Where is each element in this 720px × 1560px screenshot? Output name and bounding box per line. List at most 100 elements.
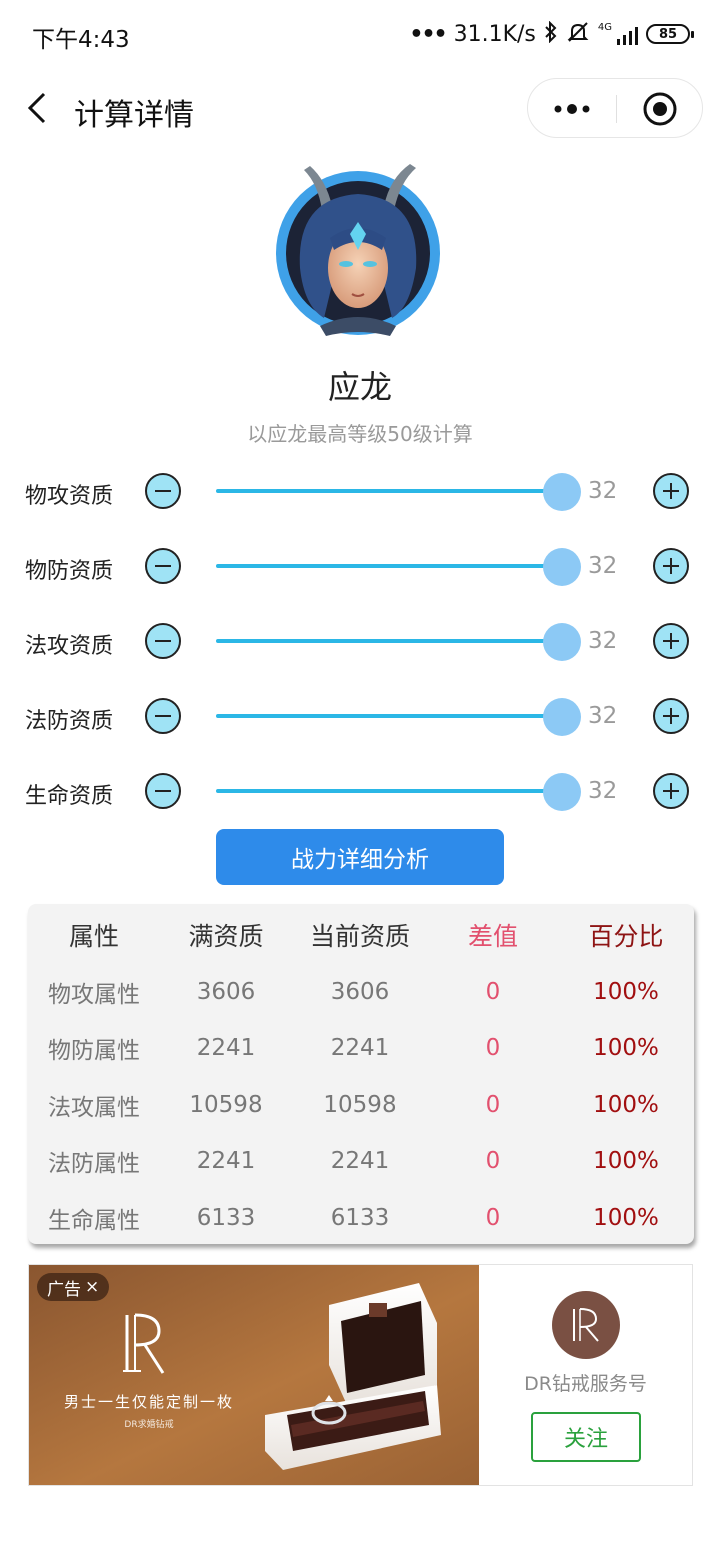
brand-name: DR钻戒服务号: [524, 1373, 647, 1395]
table-header: 属性 满资质 当前资质 差值 百分比: [28, 907, 694, 963]
network-type: 4G: [597, 22, 612, 33]
table-cell: 100%: [593, 1092, 659, 1118]
table-cell: 100%: [593, 1035, 659, 1061]
nav-bar: 计算详情: [0, 72, 720, 144]
increase-button[interactable]: [653, 623, 689, 659]
table-cell: 物攻属性: [48, 982, 140, 1008]
close-icon[interactable]: ×: [85, 1277, 99, 1297]
slider-thumb[interactable]: [543, 473, 581, 511]
table-cell: 0: [485, 1205, 501, 1231]
decrease-button[interactable]: [145, 548, 181, 584]
table-row: 法攻属性 10598 10598 0 100%: [28, 1077, 694, 1133]
table-cell: 2241: [330, 1148, 390, 1174]
table-row: 生命属性 6133 6133 0 100%: [28, 1190, 694, 1246]
table-cell: 2241: [196, 1148, 256, 1174]
stat-label: 法防资质: [25, 709, 114, 734]
hero-avatar: [270, 158, 450, 343]
stat-row-phys-def: 物防资质 32: [0, 541, 720, 591]
increase-button[interactable]: [653, 698, 689, 734]
table-cell: 2241: [330, 1035, 390, 1061]
follow-button[interactable]: 关注: [531, 1412, 641, 1462]
bluetooth-icon: [544, 20, 558, 48]
header-cell: 当前资质: [309, 922, 410, 951]
ad-sidebar: DR钻戒服务号 关注: [479, 1265, 692, 1485]
signal-icon: 4G: [598, 23, 638, 45]
stat-label: 物攻资质: [25, 484, 114, 509]
mini-program-capsule: [527, 78, 703, 138]
decrease-button[interactable]: [145, 623, 181, 659]
ad-tag-label: 广告: [47, 1279, 81, 1300]
slider-track[interactable]: [216, 639, 562, 643]
hero-name: 应龙: [327, 368, 392, 406]
table-cell: 0: [485, 1035, 501, 1061]
table-cell: 法防属性: [48, 1151, 140, 1177]
ad-banner: 广告 × 男士一生仅能定制一枚 DR求婚钻戒 DR钻戒服务号 关注: [28, 1264, 693, 1486]
stat-row-mag-def: 法防资质 32: [0, 691, 720, 741]
battery-icon: 85: [646, 24, 694, 44]
stat-value: 32: [588, 478, 618, 504]
slider-track[interactable]: [216, 489, 562, 493]
page-title: 计算详情: [74, 98, 194, 133]
table-cell: 3606: [196, 979, 256, 1005]
ad-image[interactable]: 广告 × 男士一生仅能定制一枚 DR求婚钻戒: [29, 1265, 479, 1485]
table-cell: 0: [485, 1148, 501, 1174]
hero-subtitle: 以应龙最高等级50级计算: [247, 422, 473, 446]
slider-thumb[interactable]: [543, 773, 581, 811]
table-cell: 法攻属性: [48, 1095, 140, 1121]
slider-thumb[interactable]: [543, 623, 581, 661]
stats-table: 属性 满资质 当前资质 差值 百分比 物攻属性 3606 3606 0 100%…: [28, 904, 694, 1244]
table-cell: 6133: [330, 1205, 390, 1231]
stat-label: 法攻资质: [25, 634, 114, 659]
slider-thumb[interactable]: [543, 548, 581, 586]
status-time: 下午4:43: [32, 27, 130, 53]
increase-button[interactable]: [653, 548, 689, 584]
stat-row-mag-atk: 法攻资质 32: [0, 616, 720, 666]
header-cell: 属性: [68, 922, 119, 951]
stat-value: 32: [588, 628, 618, 654]
increase-button[interactable]: [653, 473, 689, 509]
stat-value: 32: [588, 553, 618, 579]
status-bar: 下午4:43 ••• 31.1K/s 4G 85: [0, 0, 720, 70]
battery-level: 85: [658, 26, 678, 42]
header-cell: 差值: [467, 922, 518, 951]
table-cell: 3606: [330, 979, 390, 1005]
decrease-button[interactable]: [145, 773, 181, 809]
status-dots: •••: [409, 21, 447, 47]
network-speed: 31.1K/s: [453, 21, 536, 47]
status-right: ••• 31.1K/s 4G 85: [409, 18, 694, 50]
table-cell: 100%: [593, 1148, 659, 1174]
decrease-button[interactable]: [145, 473, 181, 509]
increase-button[interactable]: [653, 773, 689, 809]
table-row: 物防属性 2241 2241 0 100%: [28, 1020, 694, 1076]
table-cell: 0: [485, 979, 501, 1005]
decrease-button[interactable]: [145, 698, 181, 734]
power-analysis-button[interactable]: 战力详细分析: [216, 829, 504, 885]
chevron-left-icon[interactable]: [24, 90, 54, 126]
table-cell: 100%: [593, 1205, 659, 1231]
mute-icon: [566, 21, 590, 48]
ad-slogan-sub: DR求婚钻戒: [124, 1420, 174, 1430]
ad-tag[interactable]: 广告 ×: [37, 1273, 110, 1301]
table-cell: 6133: [196, 1205, 256, 1231]
stat-value: 32: [588, 703, 618, 729]
table-cell: 10598: [323, 1092, 397, 1118]
brand-avatar: [552, 1291, 620, 1359]
table-cell: 100%: [593, 979, 659, 1005]
stat-label: 物防资质: [25, 559, 114, 584]
slider-track[interactable]: [216, 789, 562, 793]
table-cell: 10598: [189, 1092, 263, 1118]
table-row: 法防属性 2241 2241 0 100%: [28, 1133, 694, 1189]
more-dots-icon[interactable]: [528, 79, 616, 139]
slider-thumb[interactable]: [543, 698, 581, 736]
dr-logo: [119, 1309, 179, 1379]
stat-row-hp: 生命资质 32: [0, 766, 720, 816]
header-cell: 百分比: [588, 922, 664, 951]
table-cell: 2241: [196, 1035, 256, 1061]
table-row: 物攻属性 3606 3606 0 100%: [28, 964, 694, 1020]
target-icon[interactable]: [617, 79, 703, 139]
slider-track[interactable]: [216, 564, 562, 568]
slider-track[interactable]: [216, 714, 562, 718]
header-cell: 满资质: [188, 922, 264, 951]
stat-value: 32: [588, 778, 618, 804]
table-cell: 0: [485, 1092, 501, 1118]
